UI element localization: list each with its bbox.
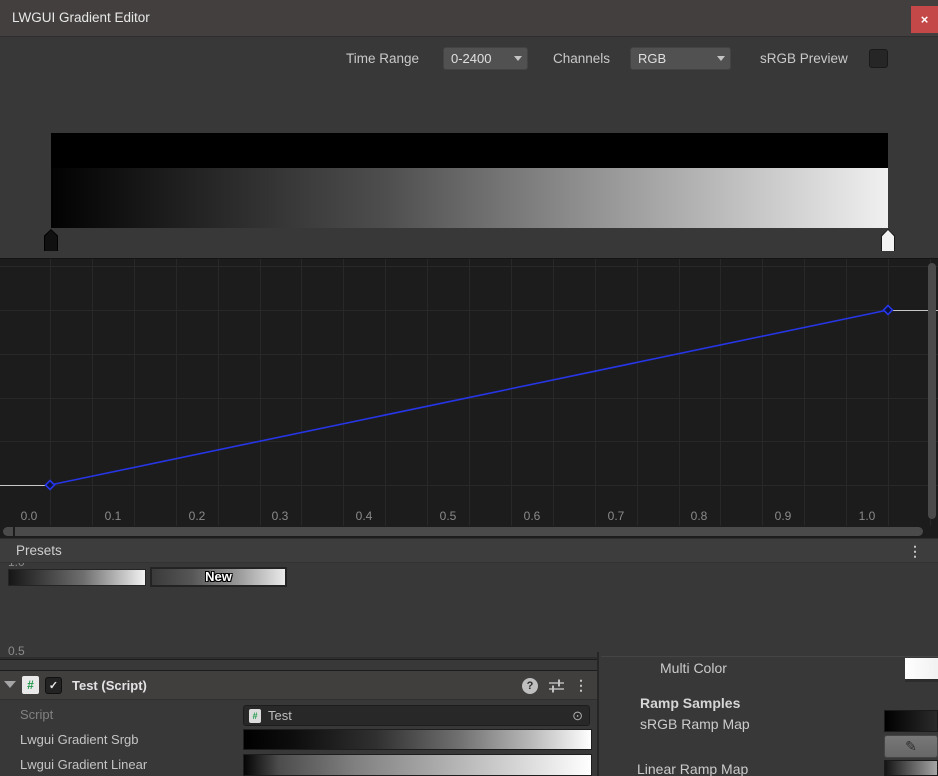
x-tick: 0.7: [595, 509, 637, 523]
gradient-srgb-label: Lwgui Gradient Srgb: [20, 732, 139, 747]
title-bar[interactable]: LWGUI Gradient Editor ×: [0, 0, 938, 37]
gradient-key-left-fill: [45, 230, 57, 251]
x-tick: 1.0: [846, 509, 888, 523]
horizontal-scrollbar[interactable]: [3, 527, 923, 536]
object-picker-icon[interactable]: ⊙: [572, 708, 583, 724]
multi-color-label: Multi Color: [660, 660, 727, 676]
channels-value: RGB: [638, 51, 666, 66]
panel-top-border: [601, 656, 938, 657]
csharp-script-icon: #: [249, 709, 261, 723]
gradient-linear-field[interactable]: [243, 754, 592, 776]
x-tick: 0.2: [176, 509, 218, 523]
gradient-linear-label: Lwgui Gradient Linear: [20, 757, 147, 772]
chevron-down-icon: [717, 56, 725, 61]
srgb-preview-label: sRGB Preview: [760, 51, 848, 66]
x-tick: 0.4: [343, 509, 385, 523]
gradient-preview-bar[interactable]: [51, 168, 888, 228]
edit-pencil-icon: ✎: [905, 738, 917, 754]
channels-label: Channels: [553, 51, 610, 66]
curve-key-start[interactable]: [46, 481, 55, 490]
time-range-value: 0-2400: [451, 51, 491, 66]
gradient-key-left[interactable]: [44, 229, 58, 251]
linear-ramp-swatch[interactable]: [884, 760, 938, 776]
curve-key-end[interactable]: [884, 306, 893, 315]
preset-new-button[interactable]: New: [150, 567, 287, 587]
linear-ramp-map-label: Linear Ramp Map: [637, 761, 748, 776]
srgb-preview-checkbox[interactable]: [869, 49, 888, 68]
gradient-key-right[interactable]: [881, 229, 895, 251]
csharp-script-icon: #: [22, 676, 39, 694]
gradient-key-right-fill: [882, 230, 894, 251]
preset-gradient-swatch[interactable]: [8, 569, 146, 586]
time-range-dropdown[interactable]: 0-2400: [443, 47, 528, 70]
presets-sliders-icon[interactable]: [548, 678, 565, 694]
inspector-panel: # ✓ Test (Script) ? ⋮ Script # Test ⊙ Lw…: [0, 661, 597, 776]
y-tick-05: 0.5: [8, 644, 32, 658]
channels-dropdown[interactable]: RGB: [630, 47, 731, 70]
x-tick: 0.8: [678, 509, 720, 523]
script-object-value: Test: [268, 708, 292, 723]
time-range-label: Time Range: [346, 51, 419, 66]
kebab-menu-icon[interactable]: ⋮: [908, 543, 922, 560]
curve-canvas: [0, 259, 938, 526]
vertical-scrollbar[interactable]: [928, 263, 936, 519]
close-icon[interactable]: ×: [911, 6, 938, 33]
script-row-label: Script: [20, 707, 53, 722]
curve-plot[interactable]: 1.0 0.5 0.0 0.0 0.1 0.2 0.3 0.4 0.5 0.6 …: [0, 258, 938, 538]
alpha-track[interactable]: [51, 133, 888, 168]
component-title: Test (Script): [72, 678, 147, 693]
help-icon[interactable]: ?: [522, 678, 538, 694]
x-tick: 0.3: [259, 509, 301, 523]
material-inspector-panel: Multi Color Ramp Samples sRGB Ramp Map ✎…: [599, 645, 938, 776]
component-header[interactable]: # ✓ Test (Script) ? ⋮: [0, 670, 597, 700]
multi-color-swatch[interactable]: [905, 658, 938, 682]
curve-line[interactable]: [50, 310, 888, 485]
edit-ramp-button[interactable]: ✎: [884, 735, 938, 758]
ramp-samples-heading: Ramp Samples: [640, 695, 740, 711]
script-object-field[interactable]: # Test ⊙: [243, 705, 590, 726]
x-tick: 0.6: [511, 509, 553, 523]
srgb-ramp-map-label: sRGB Ramp Map: [640, 716, 750, 732]
window-title: LWGUI Gradient Editor: [12, 10, 150, 25]
kebab-menu-icon[interactable]: ⋮: [574, 677, 588, 694]
presets-header: Presets ⋮: [0, 538, 938, 563]
gradient-srgb-field[interactable]: [243, 729, 592, 750]
srgb-ramp-swatch[interactable]: [884, 710, 938, 732]
x-tick: 0.0: [8, 509, 50, 523]
component-enabled-checkbox[interactable]: ✓: [45, 677, 62, 694]
x-tick: 0.5: [427, 509, 469, 523]
horizontal-scrollbar-grip: [13, 527, 15, 536]
presets-title: Presets: [16, 543, 62, 558]
chevron-down-icon: [514, 56, 522, 61]
x-tick: 0.9: [762, 509, 804, 523]
foldout-icon[interactable]: [4, 681, 16, 688]
lwgui-gradient-editor-window: LWGUI Gradient Editor × Time Range 0-240…: [0, 0, 938, 776]
x-tick: 0.1: [92, 509, 134, 523]
